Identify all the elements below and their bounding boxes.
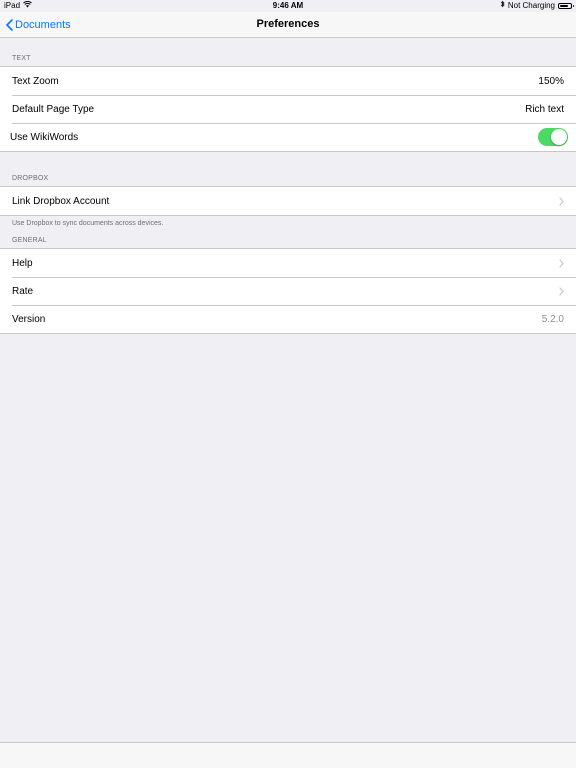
status-right: Not Charging bbox=[500, 0, 574, 12]
use-wikiwords-row: Use WikiWords bbox=[0, 123, 576, 151]
text-settings-group: Text Zoom 150% Default Page Type Rich te… bbox=[0, 66, 576, 152]
dropbox-footer-text: Use Dropbox to sync documents across dev… bbox=[12, 220, 164, 227]
use-wikiwords-label: Use WikiWords bbox=[10, 131, 79, 143]
page-title: Preferences bbox=[256, 18, 320, 30]
text-zoom-value: 150% bbox=[538, 75, 564, 87]
default-page-type-label: Default Page Type bbox=[12, 103, 95, 115]
text-zoom-label: Text Zoom bbox=[12, 75, 59, 87]
link-dropbox-row[interactable]: Link Dropbox Account bbox=[0, 187, 576, 215]
general-settings-group: Help Rate Version 5.2.0 bbox=[0, 248, 576, 334]
section-header-dropbox: DROPBOX bbox=[12, 175, 49, 182]
version-row: Version 5.2.0 bbox=[0, 305, 576, 333]
preferences-content: TEXT Text Zoom 150% Default Page Type Ri… bbox=[0, 38, 576, 334]
battery-icon bbox=[558, 3, 574, 9]
toggle-knob bbox=[551, 129, 567, 145]
status-bar: iPad 9:46 AM Not Charging bbox=[0, 0, 576, 12]
bluetooth-icon bbox=[500, 0, 505, 12]
chevron-right-icon bbox=[559, 258, 564, 268]
chevron-right-icon bbox=[559, 286, 564, 296]
dropbox-settings-group: Link Dropbox Account bbox=[0, 186, 576, 216]
bottom-toolbar bbox=[0, 742, 576, 768]
link-dropbox-label: Link Dropbox Account bbox=[12, 195, 110, 207]
chevron-right-icon bbox=[559, 196, 564, 206]
use-wikiwords-toggle[interactable] bbox=[538, 128, 568, 146]
text-zoom-row[interactable]: Text Zoom 150% bbox=[0, 67, 576, 95]
rate-label: Rate bbox=[12, 285, 34, 297]
version-value: 5.2.0 bbox=[541, 313, 564, 325]
navigation-bar: Documents Preferences bbox=[0, 12, 576, 38]
rate-row[interactable]: Rate bbox=[0, 277, 576, 305]
section-header-text: TEXT bbox=[12, 55, 31, 62]
section-header-general: GENERAL bbox=[12, 237, 47, 244]
help-row[interactable]: Help bbox=[0, 249, 576, 277]
default-page-type-row[interactable]: Default Page Type Rich text bbox=[0, 95, 576, 123]
help-label: Help bbox=[12, 257, 33, 269]
default-page-type-value: Rich text bbox=[525, 103, 564, 115]
version-label: Version bbox=[12, 313, 46, 325]
charging-status: Not Charging bbox=[507, 1, 555, 10]
status-time: 9:46 AM bbox=[272, 1, 304, 10]
